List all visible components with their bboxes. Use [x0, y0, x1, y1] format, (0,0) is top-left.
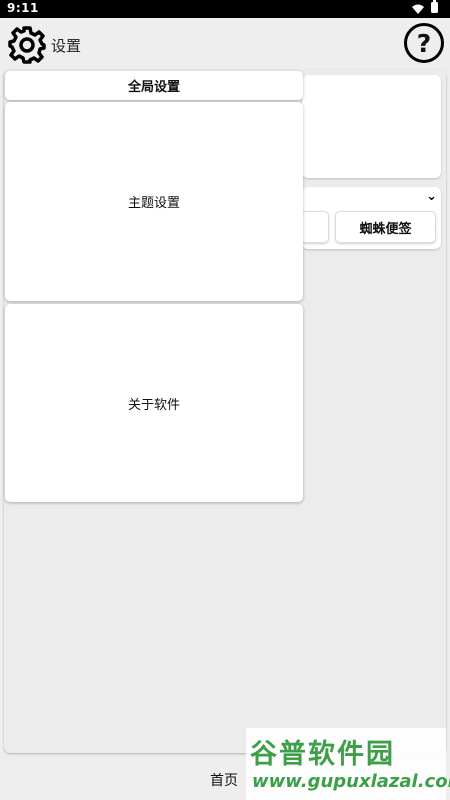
- page-title: 设置: [51, 37, 82, 55]
- help-glyph: ?: [416, 28, 432, 58]
- watermark-url: www.gupuxlazal.com: [252, 771, 450, 792]
- status-bar: 9:11: [0, 0, 450, 18]
- help-icon[interactable]: ?: [404, 23, 444, 63]
- info-card: [302, 75, 441, 178]
- menu-item-theme-settings[interactable]: 主题设置: [5, 102, 303, 301]
- watermark-brand: 谷普软件园: [250, 739, 395, 770]
- menu-item-label: 全局设置: [127, 80, 180, 95]
- menu-item-label: 关于软件: [127, 397, 180, 413]
- app-bar: 设置 ?: [0, 18, 450, 70]
- spider-note-button[interactable]: 蜘蛛便签: [335, 211, 436, 243]
- chevron-down-icon[interactable]: ⌄: [426, 189, 437, 204]
- gear-icon[interactable]: [6, 24, 48, 66]
- watermark: 谷普软件园 www.gupuxlazal.com: [246, 728, 450, 800]
- battery-icon: [431, 0, 438, 13]
- tool-button-partial[interactable]: [302, 211, 329, 243]
- status-time: 9:11: [7, 1, 39, 15]
- menu-item-about[interactable]: 关于软件: [5, 304, 303, 502]
- nav-home[interactable]: 首页: [210, 770, 238, 790]
- menu-item-global-settings[interactable]: 全局设置: [5, 71, 303, 100]
- menu-item-label: 主题设置: [127, 196, 180, 211]
- wifi-icon: [412, 3, 424, 17]
